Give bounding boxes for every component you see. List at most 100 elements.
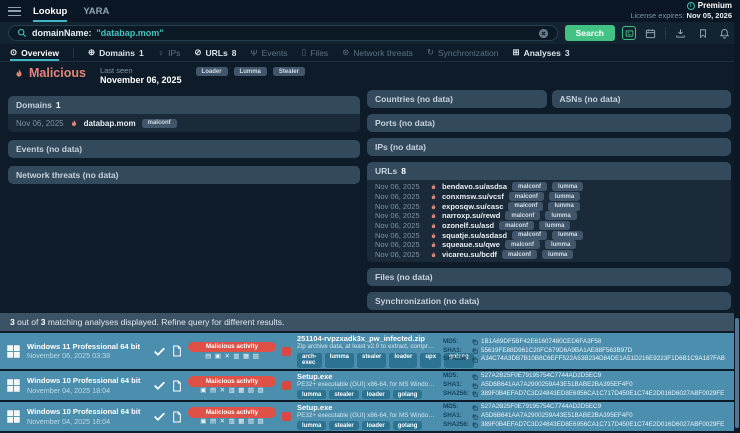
copy-icon[interactable] (472, 374, 478, 380)
behavior-icon[interactable]: ▦ (238, 388, 244, 395)
tab-urls[interactable]: ⊘URLs8 (194, 44, 236, 61)
copy-icon[interactable] (472, 383, 478, 389)
domain-row[interactable]: Nov 06, 2025 databap.mom malconf (8, 114, 360, 132)
files-panel-header[interactable]: Files (no data) (367, 268, 731, 286)
behavior-icon[interactable]: ▦ (243, 354, 249, 361)
tag[interactable]: malconf (502, 250, 537, 259)
tag[interactable]: malconf (509, 192, 544, 201)
behavior-icon[interactable]: ▧ (248, 388, 254, 395)
tab-synchronization[interactable]: ↻Synchronization (427, 44, 499, 61)
tag[interactable]: lumma (539, 221, 570, 230)
scrollbar-thumb[interactable] (735, 318, 739, 428)
tag[interactable]: malconf (512, 231, 547, 240)
tag[interactable]: stealer (329, 390, 358, 399)
behavior-icon[interactable]: ✕ (224, 354, 229, 361)
copy-icon[interactable] (472, 422, 478, 428)
tab-files[interactable]: ▯Files (302, 44, 329, 61)
url-row[interactable]: Nov 06, 2025 narroxp.su/rewd malconf lum… (367, 211, 731, 221)
network-threats-panel-header[interactable]: Network threats (no data) (8, 166, 360, 184)
tag[interactable]: lumma (542, 250, 573, 259)
search-input[interactable]: domainName: "databap.mom" (8, 25, 558, 41)
report-icon[interactable] (172, 345, 182, 357)
behavior-icon[interactable]: ▨ (258, 388, 264, 395)
behavior-icon[interactable]: ▣ (215, 354, 221, 361)
info-icon[interactable]: i (687, 2, 695, 10)
tab-events[interactable]: ΨEvents (250, 44, 287, 61)
behavior-icon[interactable]: ✕ (220, 388, 225, 395)
tag[interactable]: Stealer (273, 67, 305, 76)
behavior-icon[interactable]: ▤ (210, 419, 216, 426)
tag[interactable]: lumma (545, 211, 576, 220)
url-row[interactable]: Nov 06, 2025 bendavo.su/asdsa malconf lu… (367, 182, 731, 192)
synchronization-panel-header[interactable]: Synchronization (no data) (367, 292, 731, 310)
copy-icon[interactable] (472, 414, 478, 420)
tab-domains[interactable]: ⊕Domains1 (88, 44, 144, 61)
tag[interactable]: lumma (325, 353, 354, 368)
tag[interactable]: loader (362, 390, 390, 399)
behavior-icon[interactable]: ▤ (210, 388, 216, 395)
tag[interactable]: golang (393, 390, 423, 399)
tag[interactable]: malconf (499, 221, 534, 230)
bookmark-icon[interactable] (695, 26, 710, 41)
url-row[interactable]: Nov 06, 2025 ozonelf.su/asd malconf lumm… (367, 221, 731, 231)
tab-network-threats[interactable]: ⊛Network threats (342, 44, 413, 61)
tag[interactable]: arch-exec (297, 353, 322, 368)
tag[interactable]: lumma (297, 390, 326, 399)
analysis-row[interactable]: Windows 10 Professional 64 bit November … (0, 402, 734, 431)
analysis-row[interactable]: Windows 11 Professional 64 bit November … (0, 333, 734, 369)
url-row[interactable]: Nov 06, 2025 exposqw.su/casc malconf lum… (367, 201, 731, 211)
behavior-icon[interactable]: ▥ (229, 419, 235, 426)
behavior-icon[interactable]: ✕ (220, 419, 225, 426)
tag[interactable]: Lumma (234, 67, 267, 76)
behavior-icon[interactable]: ▧ (248, 419, 254, 426)
tag[interactable]: lumma (545, 240, 576, 249)
tag[interactable]: malconf (512, 182, 547, 191)
bell-icon[interactable] (717, 26, 732, 41)
copy-icon[interactable] (472, 339, 478, 345)
url-row[interactable]: Nov 06, 2025 squatje.su/asdasd malconf l… (367, 230, 731, 240)
query-templates-icon[interactable] (622, 26, 636, 40)
copy-icon[interactable] (472, 391, 478, 397)
tag[interactable]: upx (420, 353, 441, 368)
tab-overview[interactable]: ⊙Overview (10, 44, 59, 61)
behavior-icon[interactable]: ▦ (238, 419, 244, 426)
behavior-icon[interactable]: ▥ (229, 388, 235, 395)
tag[interactable]: loader (362, 421, 390, 430)
search-button[interactable]: Search (565, 25, 615, 41)
tab-ips[interactable]: ♀IPs (158, 44, 181, 61)
analysis-row[interactable]: Windows 10 Professional 64 bit November … (0, 371, 734, 400)
url-row[interactable]: Nov 06, 2025 squeaue.su/qwe malconf lumm… (367, 240, 731, 250)
tag[interactable]: lumma (552, 182, 583, 191)
report-icon[interactable] (172, 411, 182, 423)
tag[interactable]: lumma (297, 421, 326, 430)
download-icon[interactable] (673, 26, 688, 41)
countries-panel-header[interactable]: Countries (no data) (367, 90, 547, 108)
tab-yara[interactable]: YARA (83, 0, 109, 22)
copy-icon[interactable] (472, 357, 478, 363)
report-icon[interactable] (172, 380, 182, 392)
ports-panel-header[interactable]: Ports (no data) (367, 114, 731, 132)
calendar-icon[interactable] (643, 26, 658, 41)
tag[interactable]: malconf (142, 119, 177, 128)
events-panel-header[interactable]: Events (no data) (8, 140, 360, 158)
asns-panel-header[interactable]: ASNs (no data) (552, 90, 732, 108)
tag[interactable]: Loader (196, 67, 228, 76)
behavior-icon[interactable]: ▨ (258, 419, 264, 426)
tag[interactable]: lumma (549, 192, 580, 201)
ips-panel-header[interactable]: IPs (no data) (367, 138, 731, 156)
menu-icon[interactable] (8, 7, 21, 16)
tag[interactable]: lumma (548, 202, 579, 211)
tag[interactable]: malconf (508, 202, 543, 211)
behavior-icon[interactable]: ▣ (200, 388, 206, 395)
behavior-icon[interactable]: ▣ (200, 419, 206, 426)
url-row[interactable]: Nov 06, 2025 conxmsw.su/vcsf malconf lum… (367, 192, 731, 202)
tag[interactable]: lumma (552, 231, 583, 240)
tag[interactable]: loader (389, 353, 417, 368)
tag[interactable]: malconf (505, 211, 540, 220)
copy-icon[interactable] (472, 405, 478, 411)
behavior-icon[interactable]: ▤ (205, 354, 211, 361)
tag[interactable]: stealer (357, 353, 386, 368)
tag[interactable]: golang (393, 421, 423, 430)
tag[interactable]: malconf (505, 240, 540, 249)
tab-lookup[interactable]: Lookup (33, 0, 67, 22)
